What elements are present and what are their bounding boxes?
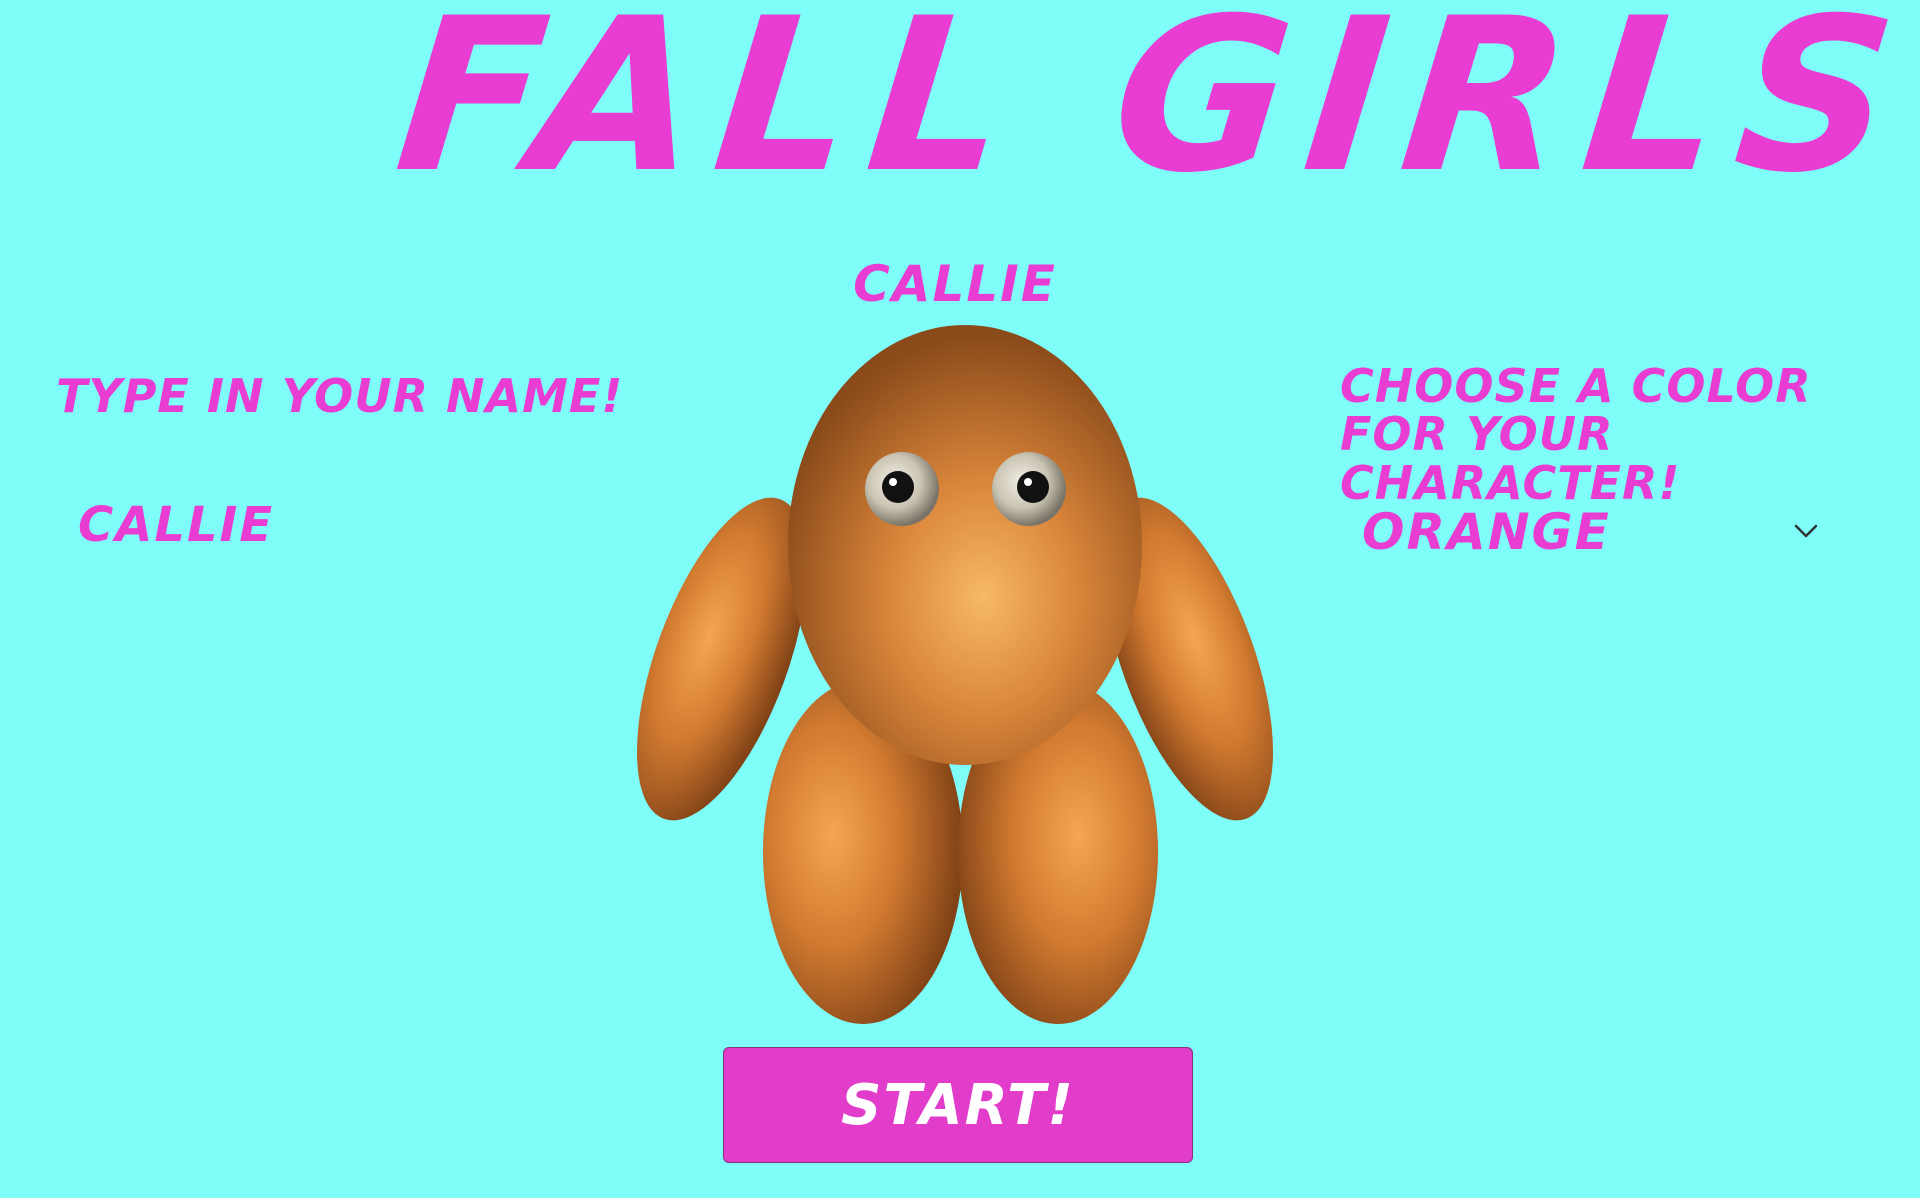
color-select[interactable]: ORANGE: [1350, 496, 1840, 568]
name-input[interactable]: [72, 490, 592, 560]
game-screen: FALL GIRLS CALLIE TYPE IN YOUR NAME! CHO…: [0, 0, 1920, 1198]
character-head: [788, 325, 1142, 765]
start-button-label: START!: [841, 1072, 1075, 1138]
right-eye: [992, 452, 1066, 526]
character-preview: [636, 325, 1274, 1024]
color-select-value: ORANGE: [1362, 503, 1611, 561]
character-name-display: CALLIE: [853, 255, 1057, 313]
start-button[interactable]: START!: [723, 1047, 1193, 1163]
left-eye: [865, 452, 939, 526]
chevron-down-icon: [1794, 524, 1818, 538]
name-label: TYPE IN YOUR NAME!: [56, 369, 624, 423]
color-label: CHOOSE A COLOR FOR YOUR CHARACTER!: [1340, 359, 1812, 510]
game-title: FALL GIRLS: [387, 0, 1920, 219]
